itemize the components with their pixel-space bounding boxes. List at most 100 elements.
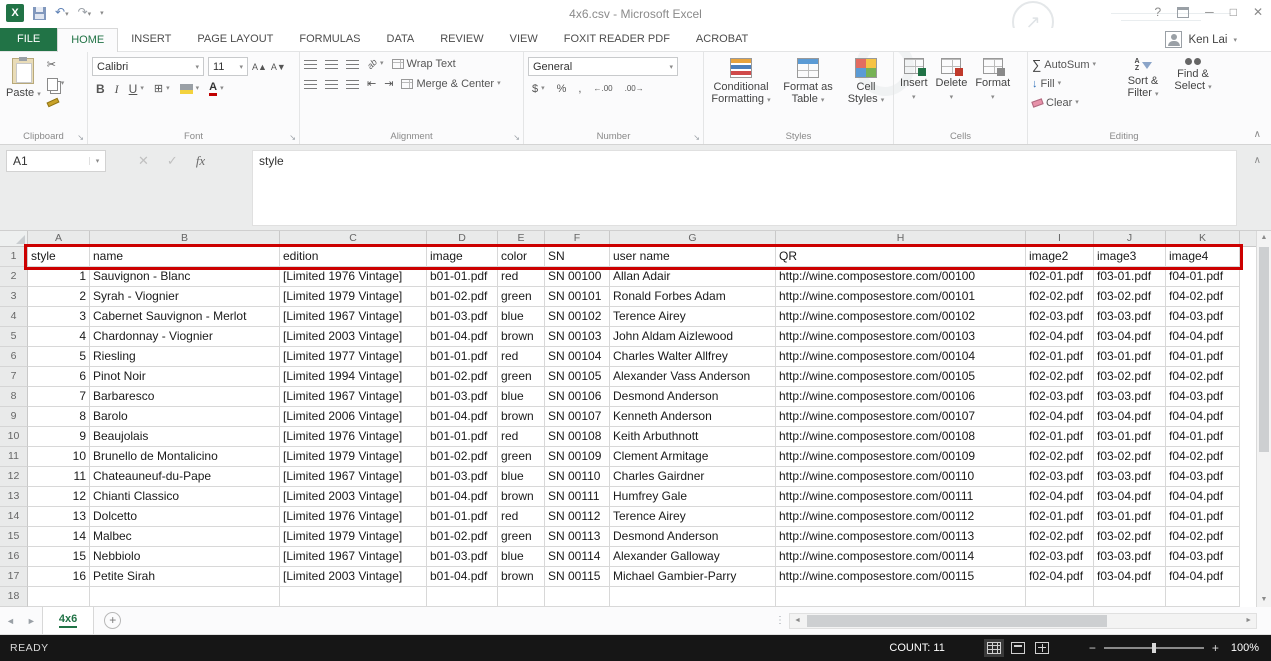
cell-J7[interactable]: f03-02.pdf — [1094, 367, 1166, 387]
cell-A17[interactable]: 16 — [28, 567, 90, 587]
cell-B9[interactable]: Barolo — [90, 407, 280, 427]
cell-D3[interactable]: b01-02.pdf — [427, 287, 498, 307]
cell-A3[interactable]: 2 — [28, 287, 90, 307]
column-header-E[interactable]: E — [498, 231, 545, 246]
cell-C5[interactable]: [Limited 2003 Vintage] — [280, 327, 427, 347]
fill-button[interactable]: ↓ Fill ▾ — [1032, 77, 1116, 91]
cell-E12[interactable]: blue — [498, 467, 545, 487]
decrease-decimal-button[interactable]: .00→ — [625, 82, 644, 96]
cell-I11[interactable]: f02-02.pdf — [1026, 447, 1094, 467]
bold-button[interactable]: B — [96, 82, 105, 96]
cell-J15[interactable]: f03-02.pdf — [1094, 527, 1166, 547]
cell-D14[interactable]: b01-01.pdf — [427, 507, 498, 527]
cell-G18[interactable] — [610, 587, 776, 607]
row-header-17[interactable]: 17 — [0, 567, 28, 587]
cell-E10[interactable]: red — [498, 427, 545, 447]
format-as-table-button[interactable]: Format as Table ▾ — [778, 55, 838, 110]
cell-C12[interactable]: [Limited 1967 Vintage] — [280, 467, 427, 487]
cell-C8[interactable]: [Limited 1967 Vintage] — [280, 387, 427, 407]
cell-K14[interactable]: f04-01.pdf — [1166, 507, 1240, 527]
cell-H2[interactable]: http://wine.composestore.com/00100 — [776, 267, 1026, 287]
cell-F3[interactable]: SN 00101 — [545, 287, 610, 307]
cell-D6[interactable]: b01-01.pdf — [427, 347, 498, 367]
cell-J3[interactable]: f03-02.pdf — [1094, 287, 1166, 307]
row-header-3[interactable]: 3 — [0, 287, 28, 307]
cell-D11[interactable]: b01-02.pdf — [427, 447, 498, 467]
italic-button[interactable]: I — [115, 82, 119, 96]
column-header-B[interactable]: B — [90, 231, 280, 246]
tab-acrobat[interactable]: ACROBAT — [683, 28, 761, 51]
cell-D17[interactable]: b01-04.pdf — [427, 567, 498, 587]
cell-E4[interactable]: blue — [498, 307, 545, 327]
column-header-G[interactable]: G — [610, 231, 776, 246]
column-header-H[interactable]: H — [776, 231, 1026, 246]
cell-F1[interactable]: SN — [545, 247, 610, 267]
cell-G10[interactable]: Keith Arbuthnott — [610, 427, 776, 447]
cell-H14[interactable]: http://wine.composestore.com/00112 — [776, 507, 1026, 527]
cell-K6[interactable]: f04-01.pdf — [1166, 347, 1240, 367]
format-cells-button[interactable]: Format ▾ — [973, 55, 1012, 107]
cell-I6[interactable]: f02-01.pdf — [1026, 347, 1094, 367]
cell-H6[interactable]: http://wine.composestore.com/00104 — [776, 347, 1026, 367]
cell-B15[interactable]: Malbec — [90, 527, 280, 547]
cell-D8[interactable]: b01-03.pdf — [427, 387, 498, 407]
help-button[interactable]: ? — [1154, 5, 1161, 19]
row-header-2[interactable]: 2 — [0, 267, 28, 287]
cell-I10[interactable]: f02-01.pdf — [1026, 427, 1094, 447]
borders-button[interactable]: ⊞ ▾ — [154, 82, 170, 96]
cell-C7[interactable]: [Limited 1994 Vintage] — [280, 367, 427, 387]
cell-C6[interactable]: [Limited 1977 Vintage] — [280, 347, 427, 367]
collapse-ribbon-button[interactable]: ∧ — [1254, 129, 1261, 140]
merge-center-button[interactable]: Merge & Center ▾ — [401, 77, 501, 91]
cell-D4[interactable]: b01-03.pdf — [427, 307, 498, 327]
delete-cells-button[interactable]: Delete ▾ — [934, 55, 970, 107]
number-dialog-launcher[interactable]: ↘ — [693, 133, 700, 142]
cell-E1[interactable]: color — [498, 247, 545, 267]
cell-F12[interactable]: SN 00110 — [545, 467, 610, 487]
clipboard-dialog-launcher[interactable]: ↘ — [77, 133, 84, 142]
number-format-select[interactable]: General ▾ — [528, 57, 678, 76]
tab-formulas[interactable]: FORMULAS — [286, 28, 373, 51]
comma-style-button[interactable]: , — [578, 82, 581, 96]
decrease-font-size-button[interactable]: A▼ — [271, 60, 286, 74]
cell-F5[interactable]: SN 00103 — [545, 327, 610, 347]
cell-J6[interactable]: f03-01.pdf — [1094, 347, 1166, 367]
cell-K8[interactable]: f04-03.pdf — [1166, 387, 1240, 407]
font-name-select[interactable]: Calibri ▾ — [92, 57, 204, 76]
cell-I2[interactable]: f02-01.pdf — [1026, 267, 1094, 287]
cell-K10[interactable]: f04-01.pdf — [1166, 427, 1240, 447]
cell-C13[interactable]: [Limited 2003 Vintage] — [280, 487, 427, 507]
cell-D18[interactable] — [427, 587, 498, 607]
align-left-icon[interactable] — [304, 79, 317, 89]
cell-D16[interactable]: b01-03.pdf — [427, 547, 498, 567]
cell-K1[interactable]: image4 — [1166, 247, 1240, 267]
cell-E9[interactable]: brown — [498, 407, 545, 427]
cell-H1[interactable]: QR — [776, 247, 1026, 267]
cell-D12[interactable]: b01-03.pdf — [427, 467, 498, 487]
cell-E7[interactable]: green — [498, 367, 545, 387]
cell-E8[interactable]: blue — [498, 387, 545, 407]
cell-C11[interactable]: [Limited 1979 Vintage] — [280, 447, 427, 467]
cell-A13[interactable]: 12 — [28, 487, 90, 507]
align-center-icon[interactable] — [325, 79, 338, 89]
align-right-icon[interactable] — [346, 79, 359, 89]
cell-D10[interactable]: b01-01.pdf — [427, 427, 498, 447]
cell-G15[interactable]: Desmond Anderson — [610, 527, 776, 547]
cell-B5[interactable]: Chardonnay - Viognier — [90, 327, 280, 347]
cell-H3[interactable]: http://wine.composestore.com/00101 — [776, 287, 1026, 307]
collapse-formula-bar-button[interactable]: ∧ — [1254, 155, 1261, 166]
name-box[interactable]: A1 ▾ — [6, 150, 106, 172]
cell-A15[interactable]: 14 — [28, 527, 90, 547]
cell-A2[interactable]: 1 — [28, 267, 90, 287]
row-header-9[interactable]: 9 — [0, 407, 28, 427]
increase-font-size-button[interactable]: A▲ — [252, 60, 267, 74]
cell-J17[interactable]: f03-04.pdf — [1094, 567, 1166, 587]
cell-G11[interactable]: Clement Armitage — [610, 447, 776, 467]
cell-B16[interactable]: Nebbiolo — [90, 547, 280, 567]
cell-H4[interactable]: http://wine.composestore.com/00102 — [776, 307, 1026, 327]
cell-A8[interactable]: 7 — [28, 387, 90, 407]
cell-D15[interactable]: b01-02.pdf — [427, 527, 498, 547]
cell-J13[interactable]: f03-04.pdf — [1094, 487, 1166, 507]
cell-K16[interactable]: f04-03.pdf — [1166, 547, 1240, 567]
cell-J18[interactable] — [1094, 587, 1166, 607]
